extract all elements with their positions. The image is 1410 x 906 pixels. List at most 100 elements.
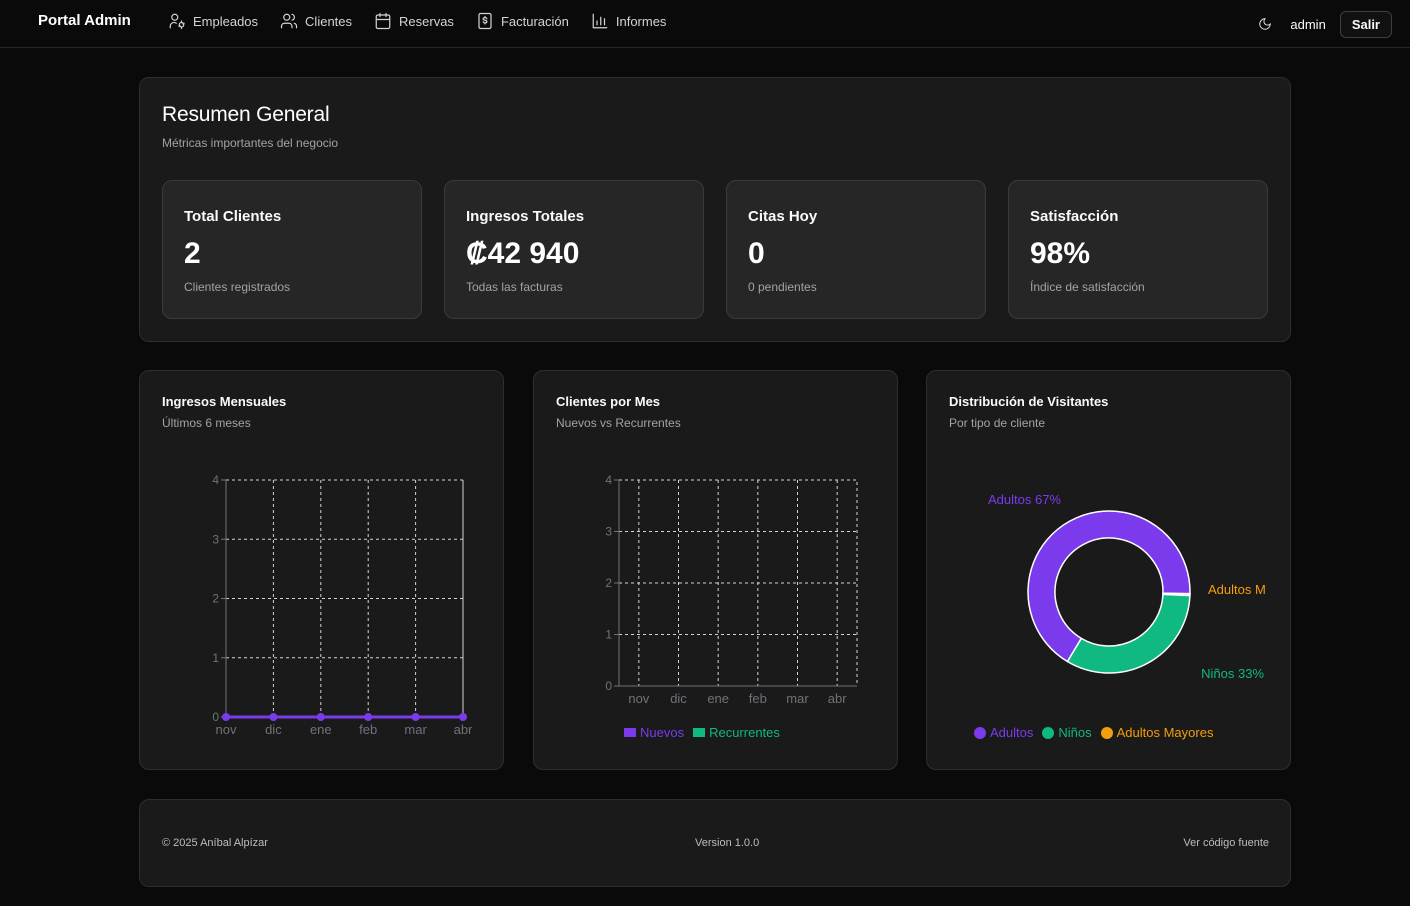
stat-value: 2 [184,237,201,270]
stat-desc: Índice de satisfacción [1030,280,1145,294]
stat-card-total-clientes: Total Clientes 2 Clientes registrados [162,180,422,319]
legend-swatch [1042,726,1055,739]
y-tick-label: 3 [212,532,219,546]
legend-item-adultos-mayores[interactable]: Adultos Mayores [1100,725,1214,740]
footer: © 2025 Aníbal Alpízar Version 1.0.0 Ver … [139,799,1291,887]
grid-frame [225,479,464,718]
stat-title: Total Clientes [184,208,282,225]
legend-swatch [1100,726,1113,739]
y-tick-label: 0 [605,679,612,693]
clients-bar-chart: 0 1 2 3 4 nov dic ene feb mar abr [605,473,858,706]
visitors-chart-card: Distribución de Visitantes Por tipo de c… [926,370,1291,770]
username: admin [1290,16,1326,32]
data-point [364,713,373,721]
y-tick-label: 1 [605,628,612,642]
nav-item-clientes[interactable]: Clientes [280,10,352,32]
moon-icon [1259,18,1272,30]
nav-item-label: Empleados [193,13,259,29]
stat-value: 0 [748,237,765,270]
legend-label: Recurrentes [709,725,780,740]
stat-desc: Clientes registrados [184,280,291,294]
clients-chart-card: Clientes por Mes Nuevos vs Recurrentes 0… [533,370,898,770]
data-point [269,713,278,721]
y-tick-label: 4 [605,473,612,487]
summary-card: Resumen General Métricas importantes del… [139,77,1291,342]
legend-label: Niños [1058,725,1092,740]
theme-toggle-button[interactable] [1248,7,1282,41]
slice-label: Niños 33% [1201,666,1264,681]
stat-desc: 0 pendientes [748,280,817,294]
footer-version: Version 1.0.0 [695,837,760,849]
x-tick-label: abr [828,691,847,706]
x-tick-label: dic [670,691,687,706]
x-tick-label: ene [310,722,332,737]
pie-slice-niños [1066,593,1191,674]
x-tick-label: ene [707,691,729,706]
y-tick-label: 1 [212,651,219,665]
legend-item-adultos[interactable]: Adultos [974,725,1033,740]
stat-title: Satisfacción [1030,208,1119,225]
data-point [316,713,325,721]
x-tick-label: nov [216,722,237,737]
y-tick-label: 2 [605,576,612,590]
users-icon [280,13,298,29]
stat-title: Ingresos Totales [466,208,585,225]
legend-label: Nuevos [640,725,685,740]
legend-item-ninos[interactable]: Niños [1042,725,1092,740]
nav-links: Empleados Clientes Reservas Facturación … [168,10,688,32]
chart-legend: Nuevos Recurrentes [624,725,789,740]
data-point [411,713,420,721]
data-point [459,713,467,721]
receipt-icon [478,12,492,30]
y-tick-label: 2 [212,592,219,606]
legend-label: Adultos Mayores [1116,725,1214,740]
stat-value: ₡42 940 [466,237,580,270]
x-tick-label: nov [628,691,649,706]
footer-copyright: © 2025 Aníbal Alpízar [162,837,268,849]
slice-label: Adultos M [1208,582,1266,597]
visitors-donut-chart: Adultos 67% Niños 33% Adultos M [988,492,1266,681]
legend-item-nuevos[interactable]: Nuevos [624,725,684,740]
summary-subtitle: Métricas importantes del negocio [162,136,339,150]
calendar-icon [375,12,391,30]
nav-item-informes[interactable]: Informes [591,10,667,32]
legend-item-recurrentes[interactable]: Recurrentes [693,725,780,740]
stat-value: 98% [1030,237,1091,270]
stat-desc: Todas las facturas [466,280,563,294]
x-tick-label: mar [786,691,809,706]
legend-label: Adultos [990,725,1034,740]
chart-legend: Adultos Niños Adultos Mayores [974,725,1222,740]
nav-item-label: Facturación [500,13,569,29]
nav-item-label: Clientes [305,13,353,29]
stat-title: Citas Hoy [748,208,818,225]
nav-item-empleados[interactable]: Empleados [168,10,258,32]
revenue-line-chart: 01234nov dic ene feb mar abr [212,473,473,737]
slice-label: Adultos 67% [988,492,1061,507]
logout-button[interactable]: Salir [1339,10,1392,38]
x-tick-label: feb [749,691,767,706]
brand-title[interactable]: Portal Admin [38,12,131,29]
stat-card-ingresos-totales: Ingresos Totales ₡42 940 Todas las factu… [444,180,704,319]
data-point [222,713,230,721]
bar-chart-icon [592,13,608,29]
user-cog-icon [169,13,185,30]
summary-title: Resumen General [162,103,330,126]
nav-item-facturacion[interactable]: Facturación [476,10,569,32]
legend-swatch [624,728,636,737]
grid-frame [618,479,858,687]
nav-right: admin Salir [1248,7,1392,41]
y-tick-label: 3 [605,525,612,539]
stat-card-citas-hoy: Citas Hoy 0 0 pendientes [726,180,986,319]
nav-item-reservas[interactable]: Reservas [374,10,454,32]
stat-card-satisfaccion: Satisfacción 98% Índice de satisfacción [1008,180,1268,319]
legend-swatch [693,728,706,737]
footer-source-link[interactable]: Ver código fuente [1183,837,1269,849]
x-tick-label: dic [265,722,282,737]
nav-item-label: Reservas [399,13,454,29]
legend-swatch [974,726,986,739]
top-navbar: Portal Admin Empleados Clientes Reservas… [0,0,1410,48]
nav-item-label: Informes [615,13,667,29]
x-tick-label: mar [404,722,427,737]
x-tick-label: feb [359,722,377,737]
y-tick-label: 4 [212,473,219,487]
